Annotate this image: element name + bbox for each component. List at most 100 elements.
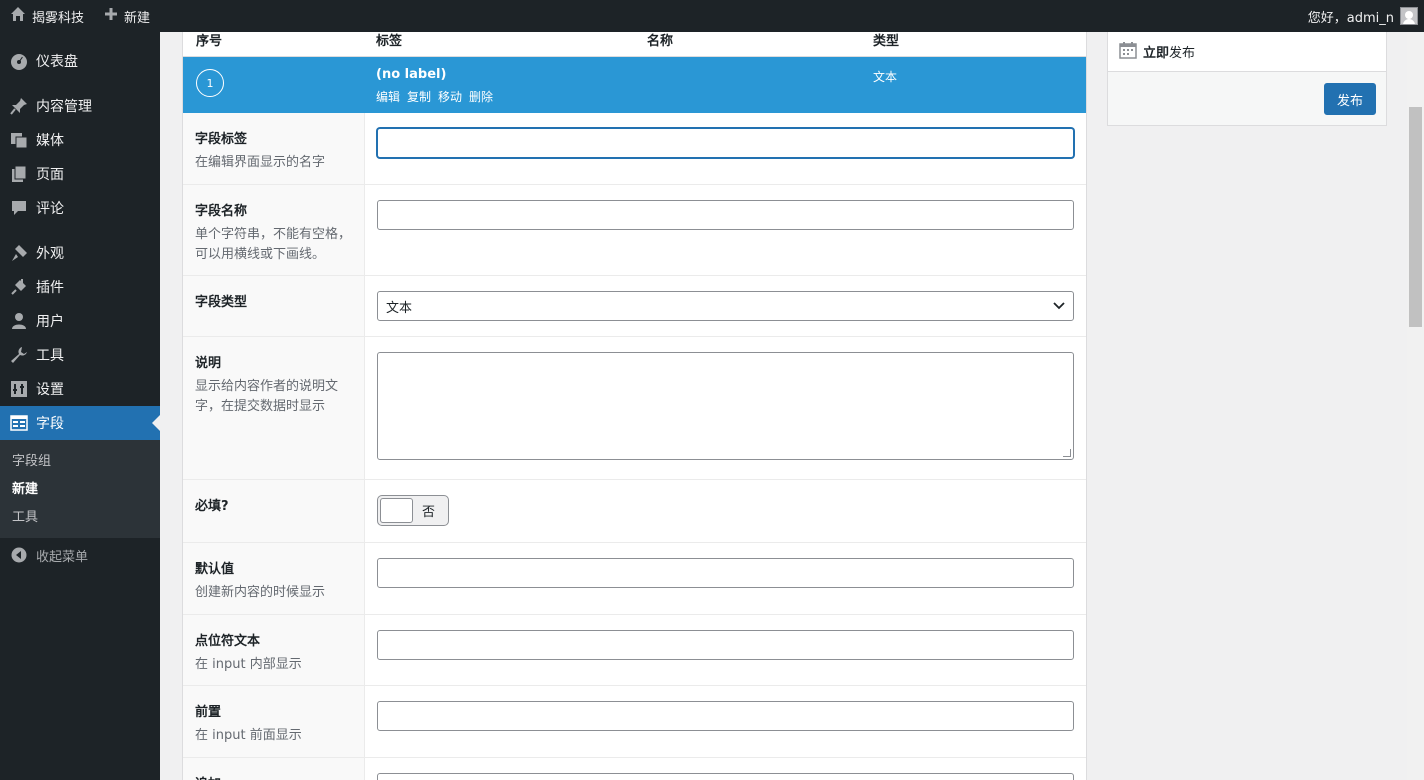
setting-desc: 在编辑界面显示的名字 [195, 155, 326, 170]
menu-item-tools[interactable]: 工具 [0, 338, 160, 372]
setting-desc: 创建新内容的时候显示 [195, 585, 326, 600]
site-name-link[interactable]: 揭雾科技 [0, 0, 94, 32]
plugin-icon [10, 278, 28, 296]
default-value-input[interactable] [377, 558, 1074, 588]
delete-field-link[interactable]: 删除 [469, 88, 493, 105]
setting-title: 说明 [195, 356, 222, 371]
setting-instructions: 说明 显示给内容作者的说明文字，在提交数据时显示 [183, 337, 1086, 480]
setting-required: 必填? 否 [183, 480, 1086, 543]
dashboard-icon [10, 52, 28, 70]
plus-icon [104, 7, 118, 25]
publish-actions: 发布 [1108, 72, 1386, 125]
menu-label: 设置 [36, 382, 64, 398]
placeholder-input[interactable] [377, 630, 1074, 660]
move-field-link[interactable]: 移动 [438, 88, 462, 105]
menu-item-settings[interactable]: 设置 [0, 372, 160, 406]
settings-icon [10, 380, 28, 398]
pin-icon [10, 97, 28, 115]
user-icon [10, 312, 28, 330]
menu-label: 页面 [36, 167, 64, 183]
edit-field-link[interactable]: 编辑 [376, 88, 400, 105]
field-row-type: 文本 [873, 70, 898, 84]
prepend-input[interactable] [377, 701, 1074, 731]
required-toggle[interactable]: 否 [377, 495, 449, 526]
setting-title: 点位符文本 [195, 634, 261, 649]
calendar-icon [1119, 41, 1137, 63]
field-label-input[interactable] [377, 128, 1074, 158]
col-name: 名称 [647, 34, 674, 49]
field-row-actions: 编辑 复制 移动 删除 [376, 88, 493, 105]
field-settings: 字段标签 在编辑界面显示的名字 字段名称 单个字符串，不能有空格，可以用横线或下… [183, 113, 1086, 780]
publish-box: 立即发布 发布 [1107, 32, 1387, 126]
menu-item-users[interactable]: 用户 [0, 304, 160, 338]
menu-item-dashboard[interactable]: 仪表盘 [0, 44, 160, 78]
setting-title: 前置 [195, 705, 222, 720]
fields-submenu: 字段组 新建 工具 [0, 440, 160, 538]
publish-when-rest: 发布 [1169, 46, 1196, 61]
menu-label: 媒体 [36, 133, 64, 149]
menu-label: 工具 [36, 348, 64, 364]
greeting: 您好，admi_n [1307, 10, 1394, 26]
field-row-label[interactable]: (no label) [376, 67, 446, 82]
menu-item-comments[interactable]: 评论 [0, 191, 160, 225]
comment-icon [10, 199, 28, 217]
setting-field-name: 字段名称 单个字符串，不能有空格，可以用横线或下画线。 [183, 185, 1086, 276]
submenu-new[interactable]: 新建 [0, 476, 160, 504]
setting-title: 追加 [195, 773, 352, 780]
setting-title: 字段名称 [195, 204, 248, 219]
menu-item-appearance[interactable]: 外观 [0, 236, 160, 270]
menu-item-plugins[interactable]: 插件 [0, 270, 160, 304]
col-type: 类型 [873, 34, 900, 49]
setting-desc: 单个字符串，不能有空格，可以用横线或下画线。 [195, 227, 352, 262]
field-order-badge[interactable]: 1 [196, 69, 224, 97]
menu-item-fields[interactable]: 字段 [0, 406, 160, 440]
setting-placeholder: 点位符文本 在 input 内部显示 [183, 615, 1086, 686]
menu-label: 字段 [36, 416, 64, 432]
setting-prepend: 前置 在 input 前面显示 [183, 686, 1086, 758]
toggle-state: 否 [422, 505, 436, 520]
menu-label: 插件 [36, 280, 64, 296]
instructions-textarea[interactable] [377, 352, 1074, 460]
submenu-field-groups[interactable]: 字段组 [0, 448, 160, 476]
setting-desc: 显示给内容作者的说明文字，在提交数据时显示 [195, 379, 339, 414]
collapse-arrow-icon [10, 546, 28, 564]
menu-label: 用户 [36, 314, 64, 330]
avatar [1400, 7, 1418, 25]
fields-table-header: 序号 标签 名称 类型 [183, 32, 1086, 57]
setting-title: 默认值 [195, 562, 235, 577]
menu-item-pages[interactable]: 页面 [0, 157, 160, 191]
toggle-knob [380, 498, 413, 523]
account-menu[interactable]: 您好，admi_n [1298, 0, 1424, 32]
menu-label: 评论 [36, 201, 64, 217]
scrollbar-thumb[interactable] [1409, 107, 1422, 327]
setting-desc: 在 input 内部显示 [195, 657, 302, 672]
field-type-value: 文本 [386, 300, 413, 316]
setting-desc: 在 input 前面显示 [195, 728, 302, 743]
duplicate-field-link[interactable]: 复制 [407, 88, 431, 105]
wrench-icon [10, 346, 28, 364]
setting-title: 字段类型 [195, 295, 248, 310]
submenu-tools[interactable]: 工具 [0, 504, 160, 532]
media-icon [10, 131, 28, 149]
admin-bar: 揭雾科技 新建 您好，admi_n [0, 0, 1424, 32]
page-icon [10, 165, 28, 183]
menu-item-posts[interactable]: 内容管理 [0, 89, 160, 123]
collapse-menu-button[interactable]: 收起菜单 [0, 538, 160, 572]
field-row[interactable]: 1 (no label) 编辑 复制 移动 删除 文本 [183, 57, 1086, 113]
append-input[interactable] [377, 773, 1074, 780]
new-content-link[interactable]: 新建 [94, 0, 160, 32]
brush-icon [10, 244, 28, 262]
col-order: 序号 [196, 34, 223, 49]
field-name-input[interactable] [377, 200, 1074, 230]
setting-field-type: 字段类型 文本 [183, 276, 1086, 337]
setting-field-label: 字段标签 在编辑界面显示的名字 [183, 113, 1086, 185]
chevron-down-icon [1053, 299, 1065, 314]
field-type-select[interactable]: 文本 [377, 291, 1074, 321]
collapse-label: 收起菜单 [36, 549, 89, 565]
setting-title: 字段标签 [195, 132, 248, 147]
page-scrollbar[interactable] [1407, 32, 1424, 780]
menu-item-media[interactable]: 媒体 [0, 123, 160, 157]
menu-label: 仪表盘 [36, 54, 78, 70]
setting-title: 必填? [195, 499, 229, 514]
publish-button[interactable]: 发布 [1323, 83, 1376, 115]
